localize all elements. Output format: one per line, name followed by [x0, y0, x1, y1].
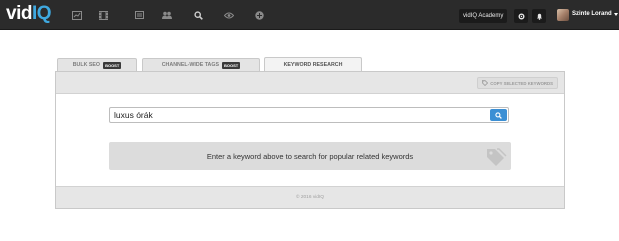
chevron-down-icon[interactable] — [614, 13, 618, 16]
logo-text-iq: IQ — [31, 3, 52, 24]
settings-button[interactable] — [514, 9, 528, 23]
panel-footer: © 2016 vidIQ — [56, 186, 564, 208]
panel-header: COPY SELECTED KEYWORDS — [56, 72, 564, 94]
tag-icon — [482, 80, 489, 86]
username[interactable]: Szinte Lorand — [572, 11, 612, 17]
keyword-search-box — [109, 107, 509, 123]
boost-badge: BOOST — [103, 61, 122, 69]
copy-selected-keywords-button[interactable]: COPY SELECTED KEYWORDS — [477, 77, 558, 89]
gear-icon — [518, 13, 524, 19]
bell-icon — [536, 13, 542, 20]
hint-text: Enter a keyword above to search for popu… — [206, 151, 414, 161]
eye-icon[interactable] — [224, 10, 234, 20]
tab-label: CHANNEL-WIDE TAGS — [161, 62, 220, 68]
boost-badge: BOOST — [222, 61, 241, 69]
film-icon[interactable] — [98, 10, 108, 20]
panel-body: Enter a keyword above to search for popu… — [56, 94, 564, 186]
tab-label: KEYWORD RESEARCH — [283, 61, 343, 68]
search-icon[interactable] — [193, 10, 203, 20]
chart-icon[interactable] — [72, 10, 82, 20]
tags-icon — [487, 148, 507, 166]
keyword-search-input[interactable] — [112, 108, 486, 122]
list-icon[interactable] — [134, 10, 144, 20]
plus-circle-icon[interactable] — [254, 10, 264, 20]
search-button[interactable] — [490, 109, 507, 121]
search-icon — [495, 111, 502, 119]
logo-text-vid: vid — [6, 3, 32, 24]
tab-keyword-research[interactable]: KEYWORD RESEARCH — [264, 57, 362, 71]
tab-label: BULK SEO — [72, 62, 101, 68]
copy-button-label: COPY SELECTED KEYWORDS — [490, 80, 553, 86]
vidiq-logo[interactable]: vidIQ — [6, 3, 52, 25]
keyword-research-panel: COPY SELECTED KEYWORDS Enter a keyword a… — [55, 71, 565, 209]
vidiq-academy-button[interactable]: vidIQ Academy — [459, 9, 508, 23]
tab-bulk-seo[interactable]: BULK SEO BOOST — [57, 58, 137, 71]
users-icon[interactable] — [162, 10, 172, 20]
top-navigation-bar: vidIQ vidIQ Academy Szinte Lorand — [0, 0, 619, 30]
avatar[interactable] — [557, 9, 569, 21]
empty-state-message: Enter a keyword above to search for popu… — [109, 142, 511, 170]
notifications-button[interactable] — [532, 9, 546, 23]
copyright-text: © 2016 vidIQ — [295, 195, 325, 200]
tab-channel-wide-tags[interactable]: CHANNEL-WIDE TAGS BOOST — [142, 58, 260, 71]
